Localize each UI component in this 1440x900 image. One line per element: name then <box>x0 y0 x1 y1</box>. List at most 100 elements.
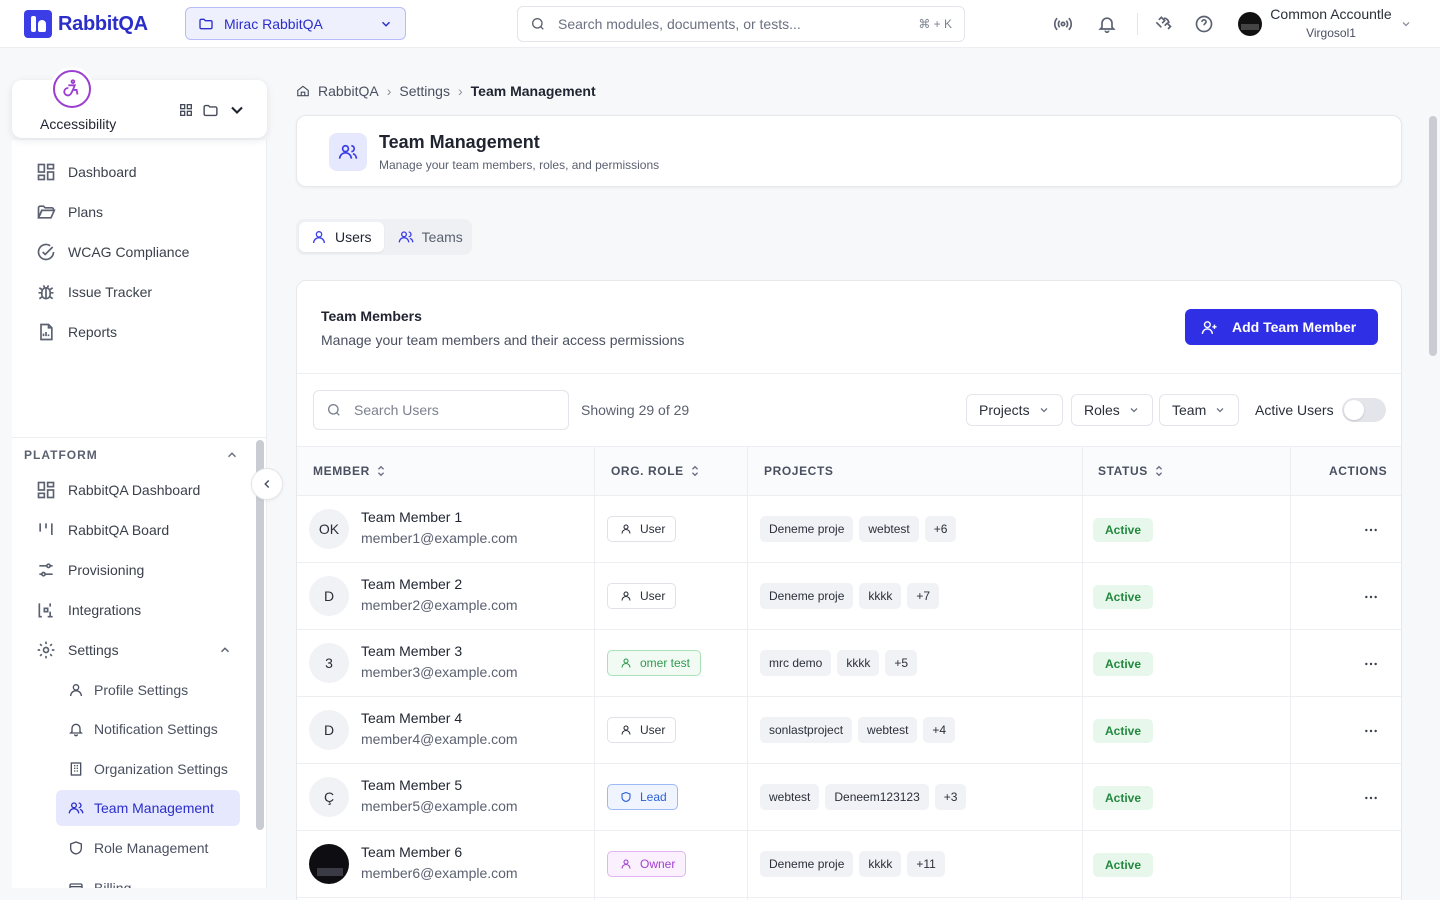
user-search-input[interactable]: Search Users <box>313 390 569 430</box>
table-row[interactable]: Team Member 6 member6@example.com Owner … <box>297 831 1401 898</box>
team-filter[interactable]: Team <box>1159 394 1240 426</box>
table-row[interactable]: D Team Member 4 member4@example.com User… <box>297 697 1401 764</box>
logo-text: RabbitQA <box>58 12 148 35</box>
satellite-icon[interactable] <box>1153 14 1173 34</box>
member-name: Team Member 3 <box>361 643 463 659</box>
nav-notification-settings[interactable]: Notification Settings <box>56 711 240 747</box>
logo[interactable]: RabbitQA <box>24 10 148 38</box>
role-label: Lead <box>640 790 667 804</box>
nav-issue-tracker[interactable]: Issue Tracker <box>36 278 152 306</box>
project-chips: sonlastproject webtest +4 <box>760 717 956 743</box>
project-chips: Deneme proje kkkk +11 <box>760 851 945 877</box>
user-avatar[interactable] <box>1238 12 1262 36</box>
role-badge: Owner <box>607 851 687 877</box>
folder-icon[interactable] <box>202 102 219 119</box>
add-team-member-button[interactable]: Add Team Member <box>1185 309 1378 345</box>
users-icon <box>338 144 358 159</box>
chevron-down-icon[interactable] <box>227 100 247 120</box>
project-more-chip[interactable]: +4 <box>923 717 956 743</box>
nav-integrations[interactable]: Integrations <box>36 596 141 624</box>
global-search-input[interactable]: Search modules, documents, or tests... ⌘… <box>517 6 965 42</box>
column-header-status[interactable]: STATUS <box>1098 464 1164 478</box>
nav-team-management[interactable]: Team Management <box>56 790 240 826</box>
project-chip: Deneme proje <box>760 583 854 609</box>
more-actions-button[interactable] <box>1361 520 1381 540</box>
home-icon[interactable] <box>296 84 310 98</box>
top-bar: RabbitQA Mirac RabbitQA Search modules, … <box>0 0 1440 48</box>
member-email: member3@example.com <box>361 664 518 680</box>
member-email: member1@example.com <box>361 530 518 546</box>
more-actions-button[interactable] <box>1361 587 1381 607</box>
chevron-up-icon <box>220 647 230 653</box>
user-name: Common Accountle <box>1270 6 1392 22</box>
broadcast-icon[interactable] <box>1053 14 1073 34</box>
nav-rabbitqa-dashboard[interactable]: RabbitQA Dashboard <box>36 476 200 504</box>
column-label: MEMBER <box>313 464 370 478</box>
column-header-org-role[interactable]: ORG. ROLE <box>611 464 700 478</box>
help-icon[interactable] <box>1194 14 1214 34</box>
bell-icon[interactable] <box>1097 14 1117 34</box>
chevron-down-icon[interactable] <box>1400 18 1412 30</box>
nav-settings[interactable]: Settings <box>36 636 232 664</box>
grid-icon[interactable] <box>178 102 194 118</box>
nav-profile-settings[interactable]: Profile Settings <box>56 672 240 708</box>
user-menu[interactable]: Common Accountle Virgosol1 <box>1266 6 1396 40</box>
bell-icon <box>69 723 83 737</box>
roles-filter[interactable]: Roles <box>1071 394 1153 426</box>
tab-users[interactable]: Users <box>299 222 384 252</box>
status-badge: Active <box>1093 786 1154 810</box>
status-badge: Active <box>1093 719 1154 743</box>
table-row[interactable]: Ç Team Member 5 member5@example.com Lead… <box>297 764 1401 831</box>
project-more-chip[interactable]: +6 <box>924 516 957 542</box>
nav-plans[interactable]: Plans <box>36 198 103 226</box>
nav-label: WCAG Compliance <box>68 244 190 260</box>
chevron-up-icon[interactable] <box>225 448 239 462</box>
project-more-chip[interactable]: +7 <box>907 583 940 609</box>
module-switcher[interactable]: Accessibility <box>12 67 267 138</box>
projects-filter[interactable]: Projects <box>966 394 1063 426</box>
nav-organization-settings[interactable]: Organization Settings <box>56 751 240 787</box>
avatar: OK <box>309 509 349 549</box>
column-header-member[interactable]: MEMBER <box>313 464 386 478</box>
more-actions-button[interactable] <box>1361 654 1381 674</box>
filter-label: Projects <box>979 402 1030 418</box>
accessibility-icon <box>63 79 79 97</box>
chevron-right-icon: › <box>457 83 463 99</box>
module-badge <box>50 67 94 111</box>
more-actions-button[interactable] <box>1361 788 1381 808</box>
nav-wcag-compliance[interactable]: WCAG Compliance <box>36 238 189 266</box>
nav-provisioning[interactable]: Provisioning <box>36 556 144 584</box>
breadcrumb-item[interactable]: RabbitQA <box>318 83 379 99</box>
chevron-down-icon <box>1040 408 1048 413</box>
nav-rabbitqa-board[interactable]: RabbitQA Board <box>36 516 169 544</box>
dashboard-icon <box>37 163 55 181</box>
member-email: member4@example.com <box>361 731 518 747</box>
role-badge: User <box>607 583 677 609</box>
nav-dashboard[interactable]: Dashboard <box>36 158 137 186</box>
more-horizontal-icon <box>1365 595 1377 599</box>
nav-label: Plans <box>68 204 104 220</box>
nav-role-management[interactable]: Role Management <box>56 830 240 866</box>
collapse-sidebar-button[interactable] <box>251 468 283 500</box>
table-row[interactable]: OK Team Member 1 member1@example.com Use… <box>297 496 1401 563</box>
page-subtitle: Manage your team members, roles, and per… <box>379 158 660 172</box>
tab-teams[interactable]: Teams <box>386 222 475 252</box>
project-more-chip[interactable]: +11 <box>907 851 945 877</box>
chevron-down-icon <box>1216 408 1224 413</box>
main-scrollbar[interactable] <box>1429 116 1437 356</box>
breadcrumb-item[interactable]: Settings <box>399 83 450 99</box>
nav-reports[interactable]: Reports <box>36 318 117 346</box>
project-more-chip[interactable]: +5 <box>885 650 918 676</box>
nav-label: Reports <box>68 324 118 340</box>
project-chip: sonlastproject <box>760 717 853 743</box>
status-badge: Active <box>1093 652 1154 676</box>
table-row[interactable]: D Team Member 2 member2@example.com User… <box>297 563 1401 630</box>
search-icon <box>328 404 340 416</box>
project-more-chip[interactable]: +3 <box>934 784 967 810</box>
project-selector[interactable]: Mirac RabbitQA <box>185 7 406 40</box>
page-header: Team Management Manage your team members… <box>296 115 1402 187</box>
active-users-toggle[interactable] <box>1342 398 1386 422</box>
table-row[interactable]: 3 Team Member 3 member3@example.com omer… <box>297 630 1401 697</box>
nav-billing[interactable]: Billing <box>56 870 240 888</box>
more-actions-button[interactable] <box>1361 721 1381 741</box>
